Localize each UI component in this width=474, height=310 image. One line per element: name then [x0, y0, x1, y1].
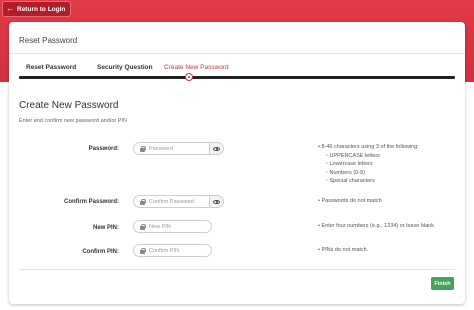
return-to-login-button[interactable]: ← Return to Login [3, 2, 71, 16]
rule-numbers: Numbers (0-9) [326, 169, 419, 178]
step-create-new-password: Create New Password [164, 64, 229, 71]
card-title: Reset Password [19, 36, 78, 45]
confirm-pin-field[interactable]: Confirm PIN [133, 244, 212, 257]
password-rules-list: UPPERCASE letters Lowercase letters Numb… [326, 152, 419, 186]
progress-steps: Reset Password Security Question Create … [19, 64, 455, 84]
step-reset-password: Reset Password [26, 64, 77, 71]
password-match-text: Passwords do not match [318, 197, 381, 206]
pin-format-hint: Enter four numbers (e.g., 1234) or leave… [318, 222, 434, 231]
footer-divider [19, 269, 455, 270]
password-requirements: 8-46 characters using 3 of the following… [318, 143, 419, 186]
pin-format-text: Enter four numbers (e.g., 1234) or leave… [318, 222, 434, 231]
new-pin-placeholder: New PIN [149, 223, 171, 230]
rule-lowercase: Lowercase letters [326, 160, 419, 169]
step-security-question: Security Question [97, 64, 153, 71]
show-confirm-password-button[interactable] [210, 195, 224, 208]
show-password-button[interactable] [210, 142, 224, 155]
password-field[interactable]: Password [133, 142, 210, 155]
password-intro: 8-46 characters using 3 of the following… [318, 143, 418, 152]
section-title: Create New Password [19, 100, 119, 111]
new-pin-label: New PIN: [92, 225, 119, 231]
confirm-pin-label: Confirm PIN: [82, 249, 119, 255]
section-subtitle: Enter and confirm new password and/or PI… [19, 118, 127, 124]
return-to-login-label: Return to Login [17, 5, 66, 13]
lock-icon [140, 247, 146, 254]
step-progress-track [19, 76, 455, 79]
password-label: Password: [88, 146, 119, 152]
confirm-password-field[interactable]: Confirm Password [133, 195, 210, 208]
confirm-password-placeholder: Confirm Password [149, 198, 194, 205]
confirm-pin-placeholder: Confirm PIN [149, 247, 179, 254]
rule-special: Special characters [326, 177, 419, 186]
new-pin-field[interactable]: New PIN [133, 220, 212, 233]
eye-icon [213, 146, 220, 151]
lock-icon [140, 145, 146, 152]
rule-uppercase: UPPERCASE letters [326, 152, 419, 161]
password-match-hint: Passwords do not match [318, 197, 381, 206]
card-divider [9, 53, 465, 54]
password-placeholder: Password [149, 145, 174, 152]
pin-match-hint: PINs do not match. [318, 246, 368, 255]
eye-icon [213, 199, 220, 204]
arrow-left-icon: ← [6, 4, 14, 13]
reset-password-card: Reset Password Reset Password Security Q… [9, 22, 465, 304]
pin-match-text: PINs do not match. [318, 246, 368, 255]
current-step-marker [185, 73, 193, 81]
lock-icon [140, 198, 146, 205]
confirm-password-label: Confirm Password: [63, 199, 119, 205]
finish-button[interactable]: Finish [431, 277, 454, 290]
lock-icon [140, 223, 146, 230]
